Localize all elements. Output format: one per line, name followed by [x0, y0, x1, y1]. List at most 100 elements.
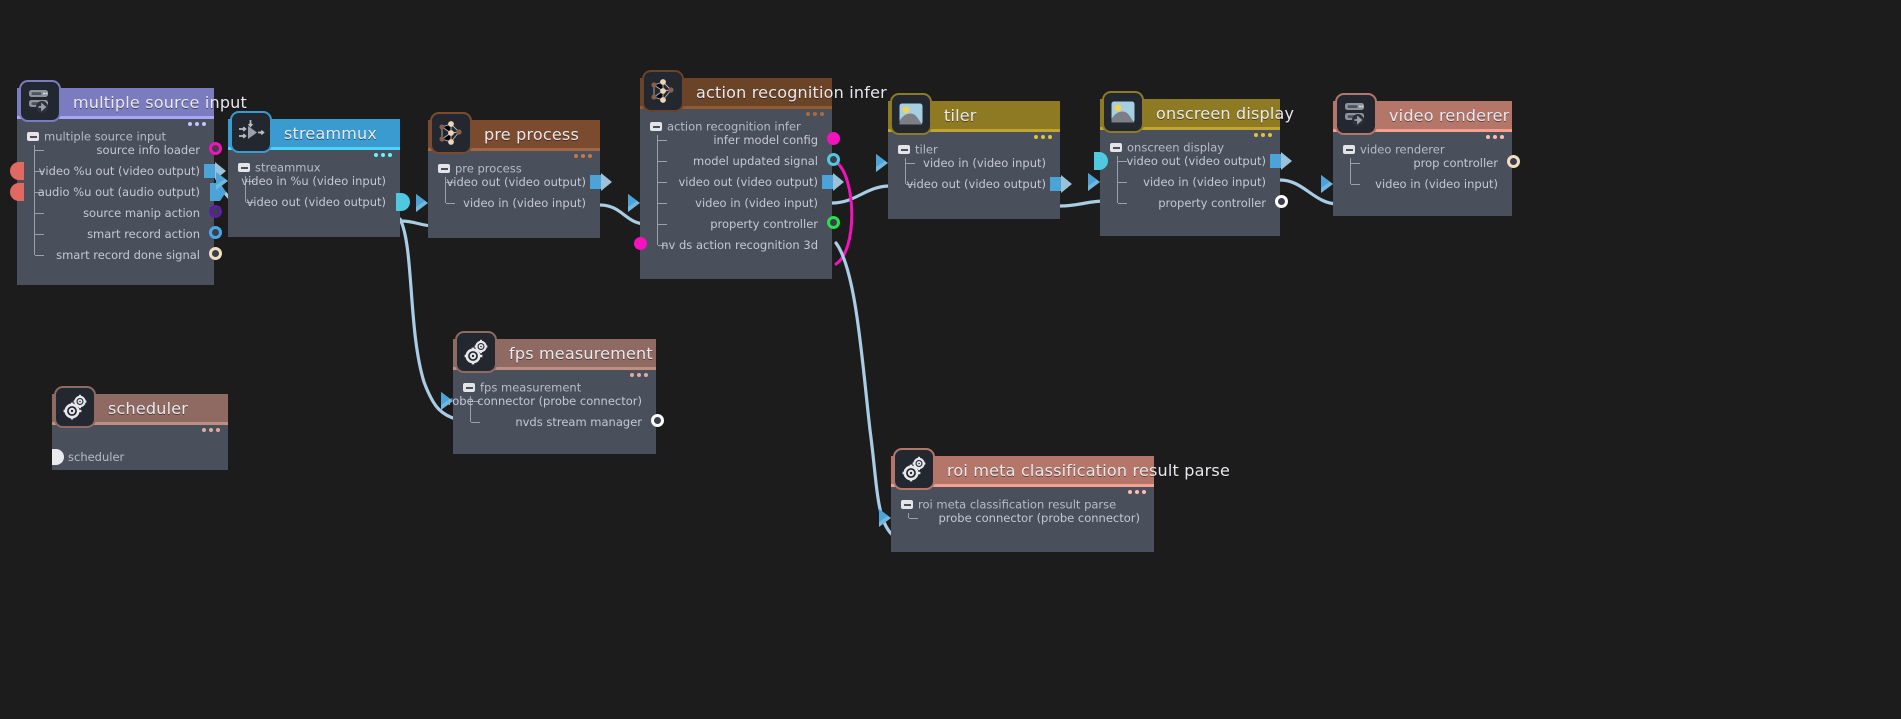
tree-bracket [34, 145, 35, 255]
collapse-minus-icon[interactable] [650, 122, 662, 131]
port-row-label[interactable]: prop controller [1413, 156, 1498, 170]
node-group-row[interactable]: onscreen display [1110, 140, 1224, 155]
port-row-label[interactable]: video out (video output) [446, 175, 586, 189]
node-group-row[interactable]: tiler [898, 142, 938, 157]
port-cyan-half[interactable] [396, 193, 411, 215]
node-tiler[interactable]: tiler tilervideo in (video input) video … [888, 101, 1060, 219]
node-streammux[interactable]: streammux streammuxvideo in %u (video in… [228, 119, 400, 237]
port-row-label[interactable]: source manip action [83, 206, 200, 220]
port-blue-arrow[interactable] [1088, 173, 1108, 195]
collapse-minus-icon[interactable] [1343, 145, 1355, 154]
node-menu-button[interactable] [1034, 135, 1052, 139]
port-row-label[interactable]: probe connector (probe connector) [440, 394, 642, 408]
port-row-label[interactable]: smart record done signal [56, 248, 200, 262]
image-icon [890, 93, 932, 135]
port-row-label[interactable]: video in (video input) [463, 196, 586, 210]
port-row-label[interactable]: model updated signal [693, 154, 818, 168]
port-magenta-dot[interactable] [827, 132, 840, 145]
port-row-label[interactable]: video out (video output) [678, 175, 818, 189]
node-group-row[interactable]: streammux [238, 160, 321, 175]
port-row-label[interactable]: video %u out (video output) [39, 164, 200, 178]
port-row-label[interactable]: video in (video input) [1375, 177, 1498, 191]
port-row-label[interactable]: source info loader [97, 143, 200, 157]
port-magenta-dot[interactable] [634, 237, 647, 250]
port-blue-arrow[interactable] [628, 194, 648, 216]
port-blue-square-arrow[interactable] [1050, 174, 1075, 198]
collapse-minus-icon[interactable] [463, 383, 475, 392]
port-row-label[interactable]: infer model config [713, 133, 818, 147]
video-source-icon [1335, 93, 1377, 135]
node-menu-button[interactable] [202, 428, 220, 432]
port-blue-arrow[interactable] [416, 194, 436, 216]
kebab-dot [374, 153, 378, 157]
collapse-minus-icon[interactable] [898, 145, 910, 154]
node-menu-button[interactable] [1128, 490, 1146, 494]
port-row-label[interactable]: video in (video input) [695, 196, 818, 210]
port-magenta-ring[interactable] [209, 142, 222, 155]
port-row-label[interactable]: nv ds action recognition 3d [661, 238, 818, 252]
port-blue-square-arrow[interactable] [822, 172, 847, 196]
collapse-minus-icon[interactable] [901, 500, 913, 509]
node-menu-button[interactable] [1486, 135, 1504, 139]
node-video-renderer[interactable]: video renderer video rendererprop contro… [1333, 101, 1512, 216]
collapse-minus-icon[interactable] [1110, 143, 1122, 152]
port-purple-ring[interactable] [209, 205, 222, 218]
port-row-label[interactable]: audio %u out (audio output) [38, 185, 200, 199]
port-row-label[interactable]: smart record action [87, 227, 200, 241]
port-blue-arrow[interactable] [216, 172, 236, 194]
port-white-half[interactable] [52, 449, 65, 469]
port-lightblue-ring[interactable] [209, 226, 222, 239]
node-group-row[interactable]: roi meta classification result parse [901, 497, 1116, 512]
collapse-minus-icon[interactable] [27, 132, 39, 141]
collapse-minus-icon[interactable] [438, 164, 450, 173]
port-row-label[interactable]: video in %u (video input) [241, 174, 386, 188]
collapse-minus-icon[interactable] [238, 163, 250, 172]
node-group-row[interactable]: action recognition infer [650, 119, 801, 134]
node-graph-canvas[interactable]: multiple source input multiple source in… [0, 0, 1901, 719]
port-white-ring[interactable] [651, 414, 664, 427]
node-menu-button[interactable] [1254, 133, 1272, 137]
port-red-half[interactable] [9, 162, 24, 184]
port-white-ring[interactable] [1275, 195, 1288, 208]
port-row-label[interactable]: video in (video input) [1143, 175, 1266, 189]
node-scheduler[interactable]: scheduler scheduler [52, 394, 228, 470]
node-fps-measurement[interactable]: fps measurement fps measurementprobe con… [453, 339, 656, 454]
node-menu-button[interactable] [630, 373, 648, 377]
port-blue-square-arrow[interactable] [1270, 151, 1295, 175]
tree-tick [658, 161, 667, 162]
node-pre-process[interactable]: pre process pre processvideo out (video … [428, 120, 600, 238]
node-roi-meta-classification-result-parse[interactable]: roi meta classification result parse roi… [891, 456, 1154, 552]
port-cream-ring[interactable] [209, 247, 222, 260]
node-menu-button[interactable] [574, 154, 592, 158]
port-blue-arrow[interactable] [441, 392, 461, 414]
port-cyan-ring[interactable] [827, 153, 840, 166]
port-cream-ring[interactable] [1507, 155, 1520, 168]
node-menu-button[interactable] [806, 112, 824, 116]
node-menu-button[interactable] [374, 153, 392, 157]
port-blue-arrow[interactable] [876, 154, 896, 176]
port-blue-square-arrow[interactable] [590, 172, 615, 196]
node-group-row[interactable]: video renderer [1343, 142, 1445, 157]
port-row-label[interactable]: nvds stream manager [515, 415, 642, 429]
node-onscreen-display[interactable]: onscreen display onscreen displayvideo o… [1100, 99, 1280, 236]
port-blue-arrow[interactable] [879, 509, 899, 531]
node-group-row[interactable]: pre process [438, 161, 522, 176]
gears-icon [54, 386, 96, 428]
node-multiple-source-input[interactable]: multiple source input multiple source in… [17, 88, 214, 285]
port-green-ring[interactable] [827, 216, 840, 229]
port-row-label[interactable]: video out (video output) [246, 195, 386, 209]
port-row-label[interactable]: video in (video input) [923, 156, 1046, 170]
node-action-recognition-infer[interactable]: action recognition infer action recognit… [640, 78, 832, 279]
port-red-half[interactable] [9, 183, 24, 205]
port-row-label[interactable]: probe connector (probe connector) [938, 511, 1140, 525]
streammux-icon [230, 111, 272, 153]
node-group-row[interactable]: fps measurement [463, 380, 581, 395]
port-row-label[interactable]: video out (video output) [906, 177, 1046, 191]
port-row-label[interactable]: video out (video output) [1126, 154, 1266, 168]
port-blue-arrow[interactable] [1321, 175, 1341, 197]
port-row-label[interactable]: property controller [1158, 196, 1266, 210]
port-row-label[interactable]: property controller [710, 217, 818, 231]
port-cyan-half[interactable] [1094, 152, 1109, 174]
node-group-row[interactable]: multiple source input [27, 129, 166, 144]
node-menu-button[interactable] [188, 122, 206, 126]
